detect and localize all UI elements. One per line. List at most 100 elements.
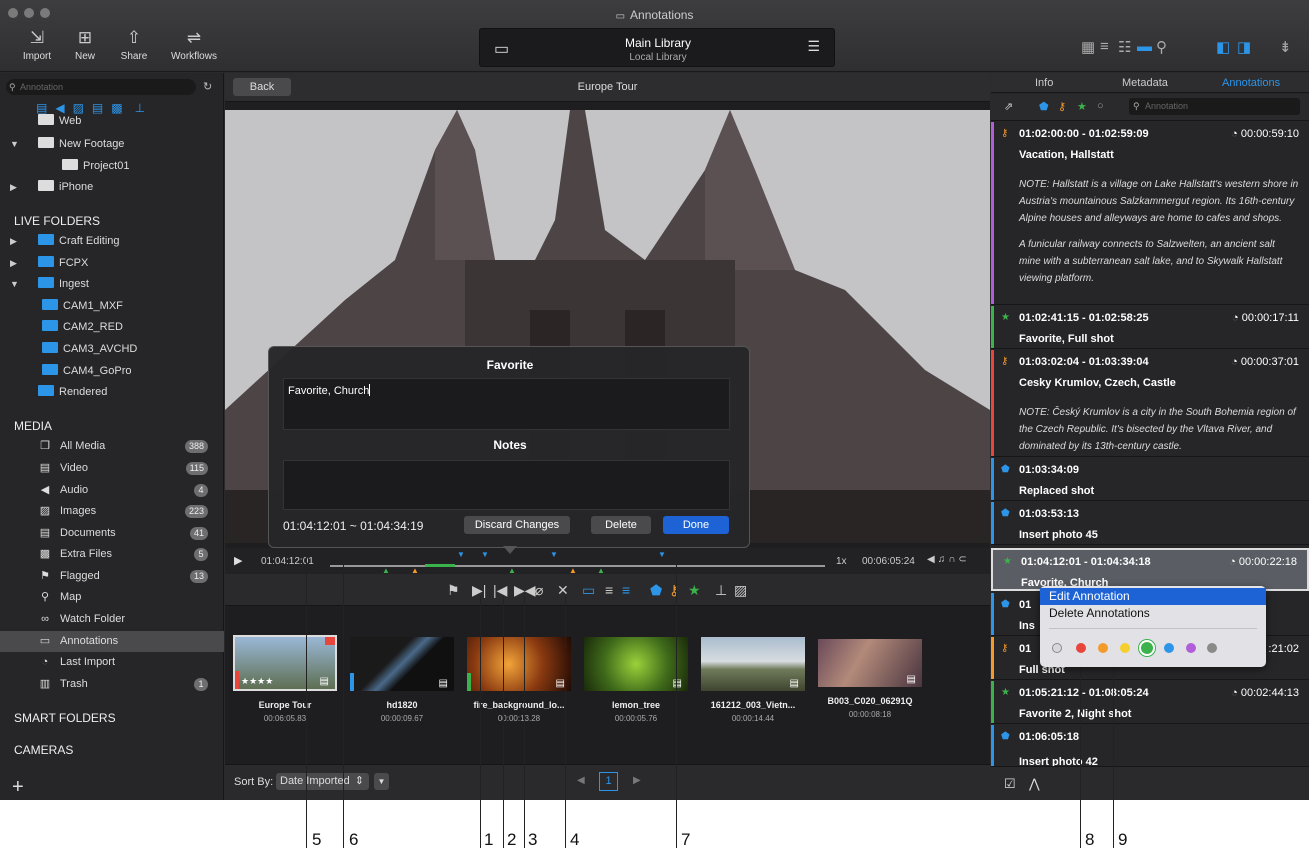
done-button[interactable]: Done [663, 516, 729, 534]
live-folder-fcpx[interactable]: ▶ FCPX [0, 253, 224, 274]
detail-list-icon[interactable]: ☷ [1118, 38, 1131, 56]
sort-order-button[interactable]: ▼ [374, 773, 389, 790]
annotation-card[interactable]: ⚷ 01:02:00:00 - 01:02:59:09 ◔ 00:00:59:1… [991, 122, 1309, 305]
next-page-icon[interactable]: ▶ [633, 775, 641, 786]
sidebar-search-input[interactable]: ⚲ Annotation [6, 79, 196, 95]
annotation-card-selected[interactable]: ★ 01:04:12:01 - 01:04:34:18 ◔ 00:00:22:1… [991, 548, 1309, 591]
marker-icon[interactable]: ▼ [481, 550, 489, 559]
page-number[interactable]: 1 [599, 772, 618, 791]
tree-item-web[interactable]: Web [0, 114, 224, 126]
color-yellow-swatch[interactable] [1120, 643, 1130, 653]
import-button[interactable]: ⇲ Import [12, 28, 62, 62]
color-orange-swatch[interactable] [1098, 643, 1108, 653]
checklist-icon[interactable]: ☰ [807, 38, 820, 55]
tree-item-new-footage[interactable]: ▼ New Footage [0, 134, 224, 155]
live-folder-ingest[interactable]: ▼ Ingest [0, 274, 224, 295]
map-view-icon[interactable]: ⚲ [1156, 38, 1167, 56]
live-folder-craft-editing[interactable]: ▶ Craft Editing [0, 231, 224, 252]
key-filter-icon[interactable]: ⚷ [1058, 100, 1066, 113]
clip-thumbnail[interactable]: ▤ [818, 639, 922, 687]
video-filter-icon[interactable]: ▤ [36, 101, 55, 115]
color-green-swatch-selected[interactable] [1139, 640, 1155, 656]
hierarchy-icon[interactable]: ⊥ [135, 101, 153, 115]
delete-annotations-menu-item[interactable]: Delete Annotations [1040, 605, 1266, 622]
annotation-card[interactable]: ★ 01:02:41:15 - 01:02:58:25 ◔ 00:00:17:1… [991, 306, 1309, 349]
new-button[interactable]: ⊞ New [60, 28, 110, 62]
media-item-video[interactable]: ▤ Video 115 [0, 458, 224, 479]
annotation-panel-icon[interactable]: ▭ [582, 582, 595, 598]
document-filter-icon[interactable]: ▤ [92, 101, 111, 115]
marker-icon[interactable]: ▼ [457, 550, 465, 559]
add-marker-icon[interactable]: ⚑ [447, 582, 460, 598]
snapshot-icon[interactable]: ▨ [734, 582, 747, 598]
align-justify-icon[interactable]: ≡ [622, 582, 630, 598]
annotation-card[interactable]: ⬟ 01:03:34:09 Replaced shot [991, 458, 1309, 501]
playback-speed[interactable]: 1x [836, 556, 847, 567]
discard-changes-button[interactable]: Discard Changes [464, 516, 570, 534]
media-item-trash[interactable]: ▥ Trash 1 [0, 674, 224, 695]
set-out-point-icon[interactable]: |◀ [493, 582, 507, 598]
clip-thumbnail[interactable]: ▤ [701, 637, 805, 691]
sort-select[interactable]: Date Imported ⇕ [276, 773, 369, 790]
live-folder-cam2[interactable]: CAM2_RED [0, 317, 224, 338]
annotation-card[interactable]: ⬟ 01:06:05:18 Insert photo 42 [991, 725, 1309, 766]
annotation-card[interactable]: ⚷ 01:03:02:04 - 01:03:39:04 ◔ 00:00:37:0… [991, 350, 1309, 457]
filmstrip-view-icon[interactable]: ▬ [1137, 38, 1152, 55]
color-gray-swatch[interactable] [1207, 643, 1217, 653]
list-view-icon[interactable]: ≡ [1100, 38, 1109, 55]
workflows-button[interactable]: ⇌ Workflows [169, 28, 219, 62]
export-icon[interactable]: ⊥ [715, 582, 727, 598]
edit-annotation-menu-item[interactable]: Edit Annotation [1040, 588, 1266, 605]
audio-controls-icon[interactable]: ◀♫∩⊂ [927, 554, 970, 565]
clip-thumbnail[interactable]: ★★★★ ▤ [233, 635, 337, 691]
media-item-all-media[interactable]: ❒ All Media 388 [0, 436, 224, 457]
clear-range-icon[interactable]: ⌀ [535, 582, 543, 598]
tree-item-project01[interactable]: Project01 [0, 156, 224, 177]
media-item-map[interactable]: ⚲ Map [0, 587, 224, 608]
star-icon[interactable]: ★ [688, 582, 701, 598]
left-panel-toggle-icon[interactable]: ◧ [1216, 38, 1230, 56]
tab-metadata[interactable]: Metadata [1122, 77, 1168, 89]
clip-thumbnail[interactable]: ▤ [467, 637, 571, 691]
tab-info[interactable]: Info [1035, 77, 1053, 89]
color-purple-swatch[interactable] [1186, 643, 1196, 653]
timeline-track[interactable] [330, 565, 825, 567]
smart-folders-heading[interactable]: SMART FOLDERS [14, 711, 116, 725]
cameras-heading[interactable]: CAMERAS [14, 743, 73, 757]
media-item-annotations[interactable]: ▭ Annotations [0, 631, 224, 652]
media-item-watch-folder[interactable]: ∞ Watch Folder [0, 609, 224, 630]
annotation-search-input[interactable]: ⚲ Annotation [1129, 98, 1300, 115]
prev-page-icon[interactable]: ◀ [577, 775, 585, 786]
align-left-icon[interactable]: ≡ [605, 582, 613, 598]
audio-filter-icon[interactable]: ◀ [55, 101, 72, 115]
media-item-extra-files[interactable]: ▩ Extra Files 5 [0, 544, 224, 565]
delete-button[interactable]: Delete [591, 516, 651, 534]
marker-icon[interactable]: ▼ [658, 550, 666, 559]
add-icon[interactable]: + [12, 776, 24, 799]
media-item-last-import[interactable]: ◔ Last Import [0, 652, 224, 673]
library-selector[interactable]: ▭ Main Library Local Library ☰ [479, 28, 835, 67]
play-icon[interactable]: ▶ [234, 554, 242, 567]
sort-icon[interactable]: ⇟ [1279, 38, 1292, 56]
clip-thumbnail[interactable]: ▤ [584, 637, 688, 691]
live-folder-cam4[interactable]: CAM4_GoPro [0, 361, 224, 382]
checkbox-icon[interactable]: ☑ [1004, 776, 1016, 792]
right-panel-toggle-icon[interactable]: ◨ [1237, 38, 1251, 56]
live-folder-cam1[interactable]: CAM1_MXF [0, 296, 224, 317]
image-filter-icon[interactable]: ▨ [73, 101, 92, 115]
star-filter-icon[interactable]: ★ [1077, 100, 1087, 113]
export-annotations-icon[interactable]: ⇗ [1004, 100, 1013, 113]
annotation-card[interactable]: ⬟ 01:03:53:13 Insert photo 45 [991, 502, 1309, 545]
refresh-icon[interactable]: ↻ [203, 80, 212, 93]
nodes-icon[interactable]: ⋀ [1029, 776, 1040, 792]
live-folder-cam3[interactable]: CAM3_AVCHD [0, 339, 224, 360]
clip-thumbnail[interactable]: ▤ [350, 637, 454, 691]
color-none-swatch[interactable] [1052, 643, 1062, 653]
grid-view-icon[interactable]: ▦ [1081, 38, 1095, 56]
media-item-audio[interactable]: ◀ Audio 4 [0, 480, 224, 501]
bookmark-icon[interactable]: ⬟ [650, 582, 662, 598]
key-icon[interactable]: ⚷ [669, 582, 679, 598]
media-item-flagged[interactable]: ⚑ Flagged 13 [0, 566, 224, 587]
circle-filter-icon[interactable]: ○ [1097, 100, 1104, 112]
marker-icon[interactable]: ▼ [550, 550, 558, 559]
